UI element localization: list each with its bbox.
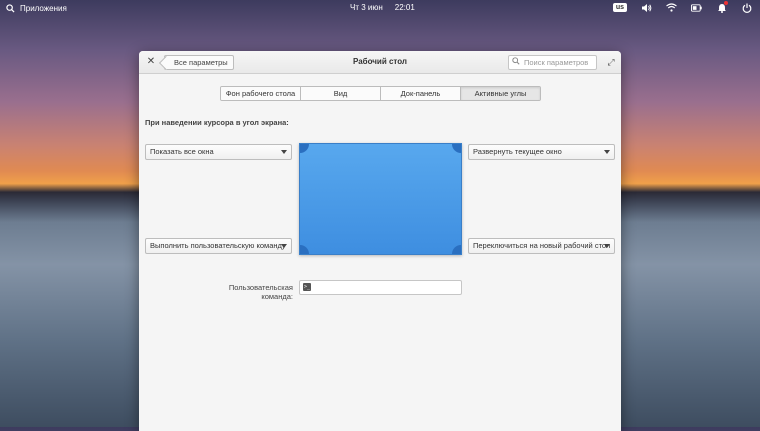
- notifications-icon[interactable]: [716, 1, 728, 13]
- time-text: 22:01: [394, 3, 415, 12]
- top-right-corner-marker: [452, 144, 461, 153]
- settings-window: ✕ Все параметры Рабочий стол Поиск парам…: [139, 51, 621, 431]
- screen-preview: [299, 143, 462, 255]
- search-placeholder: Поиск параметров: [524, 58, 589, 67]
- tab-bar: Фон рабочего стола Вид Док-панель Активн…: [220, 86, 541, 101]
- bottom-right-corner-marker: [452, 245, 461, 254]
- volume-icon[interactable]: [641, 2, 652, 13]
- chevron-down-icon: [604, 150, 610, 154]
- hot-corners-hint: При наведении курсора в угол экрана:: [145, 118, 289, 127]
- maximize-icon[interactable]: ⤢: [605, 56, 617, 68]
- bottom-right-corner-select[interactable]: Переключиться на новый рабочий стол: [468, 238, 615, 254]
- chevron-down-icon: [281, 150, 287, 154]
- chevron-down-icon: [281, 244, 287, 248]
- power-icon[interactable]: [741, 2, 752, 13]
- custom-command-input[interactable]: >_: [299, 280, 462, 295]
- keyboard-layout-indicator[interactable]: us: [612, 3, 627, 12]
- bottom-left-corner-marker: [300, 245, 309, 254]
- bottom-left-corner-select[interactable]: Выполнить пользовательскую команду: [145, 238, 292, 254]
- date-text: Чт 3 июн: [350, 3, 383, 12]
- applications-label: Приложения: [20, 4, 67, 13]
- applications-menu[interactable]: Приложения: [5, 3, 67, 14]
- custom-command-label: Пользовательская команда:: [228, 283, 293, 301]
- top-left-corner-marker: [300, 144, 309, 153]
- battery-icon[interactable]: [691, 2, 702, 13]
- notification-badge: [724, 1, 728, 5]
- tab-hot-corners[interactable]: Активные углы: [461, 87, 540, 100]
- top-panel: Приложения Чт 3 июн 22:01 us: [0, 0, 760, 17]
- chevron-down-icon: [604, 244, 610, 248]
- datetime-indicator[interactable]: Чт 3 июн 22:01: [350, 3, 415, 12]
- window-header: ✕ Все параметры Рабочий стол Поиск парам…: [139, 51, 621, 74]
- top-right-corner-value: Развернуть текущее окно: [473, 147, 562, 156]
- bottom-left-corner-value: Выполнить пользовательскую команду: [150, 241, 286, 250]
- top-right-corner-select[interactable]: Развернуть текущее окно: [468, 144, 615, 160]
- search-input[interactable]: Поиск параметров: [508, 55, 597, 70]
- top-left-corner-value: Показать все окна: [150, 147, 214, 156]
- bottom-right-corner-value: Переключиться на новый рабочий стол: [473, 241, 611, 250]
- wifi-icon[interactable]: [666, 2, 677, 13]
- tab-appearance[interactable]: Вид: [301, 87, 381, 100]
- tab-dock[interactable]: Док-панель: [381, 87, 461, 100]
- search-icon: [5, 3, 16, 14]
- top-left-corner-select[interactable]: Показать все окна: [145, 144, 292, 160]
- search-field-icon: [512, 56, 520, 69]
- tab-wallpaper[interactable]: Фон рабочего стола: [221, 87, 301, 100]
- terminal-icon: >_: [303, 283, 311, 291]
